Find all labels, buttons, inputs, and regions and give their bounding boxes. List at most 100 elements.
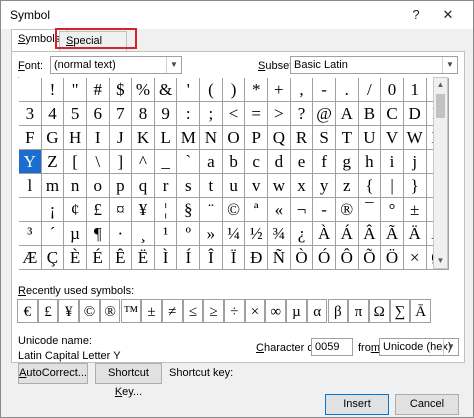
symbol-cell[interactable]: ® bbox=[335, 198, 359, 222]
symbol-cell[interactable]: ? bbox=[290, 102, 314, 126]
symbol-cell[interactable]: Â bbox=[358, 222, 382, 246]
symbol-cell[interactable]: ( bbox=[200, 78, 223, 102]
symbol-cell[interactable]: c bbox=[245, 150, 269, 174]
symbol-cell[interactable]: ¼ bbox=[222, 222, 246, 246]
symbol-cell[interactable]: ¯ bbox=[358, 198, 382, 222]
cancel-button[interactable]: Cancel bbox=[395, 394, 459, 415]
symbol-cell[interactable]: " bbox=[64, 78, 87, 102]
symbol-cell[interactable]: Æ bbox=[19, 246, 42, 270]
symbol-cell[interactable]: © bbox=[222, 198, 246, 222]
symbol-cell[interactable]: J bbox=[109, 126, 133, 150]
symbol-cell[interactable]: ¡ bbox=[41, 198, 65, 222]
symbol-cell[interactable]: v bbox=[245, 174, 269, 198]
symbol-cell[interactable]: & bbox=[154, 78, 178, 102]
symbol-cell[interactable]: t bbox=[200, 174, 223, 198]
symbol-cell[interactable]: Õ bbox=[358, 246, 382, 270]
character-code-input[interactable]: 0059 bbox=[311, 338, 353, 356]
symbol-cell[interactable]: W bbox=[403, 126, 427, 150]
scroll-up-icon[interactable]: ▲ bbox=[434, 78, 447, 92]
symbol-cell[interactable]: À bbox=[313, 222, 336, 246]
symbol-cell[interactable]: @ bbox=[313, 102, 336, 126]
recent-symbol-cell[interactable]: ≤ bbox=[182, 299, 204, 323]
symbol-cell[interactable]: ` bbox=[177, 150, 201, 174]
symbol-cell[interactable]: È bbox=[64, 246, 87, 270]
symbol-cell[interactable]: - bbox=[313, 198, 336, 222]
symbol-cell[interactable]: l bbox=[19, 174, 42, 198]
symbol-cell[interactable]: I bbox=[86, 126, 110, 150]
symbol-cell[interactable]: ¸ bbox=[132, 222, 155, 246]
symbol-cell[interactable]: = bbox=[245, 102, 269, 126]
symbol-cell[interactable]: » bbox=[200, 222, 223, 246]
symbol-cell[interactable]: 8 bbox=[132, 102, 155, 126]
symbol-cell[interactable]: B bbox=[358, 102, 382, 126]
symbol-cell[interactable]: D bbox=[403, 102, 427, 126]
symbol-cell[interactable]: 3 bbox=[19, 102, 42, 126]
symbol-cell[interactable]: 0 bbox=[381, 78, 404, 102]
symbol-cell[interactable]: § bbox=[177, 198, 201, 222]
symbol-cell[interactable]: Ï bbox=[222, 246, 246, 270]
symbol-cell[interactable]: \ bbox=[86, 150, 110, 174]
symbol-cell[interactable]: * bbox=[245, 78, 269, 102]
symbol-cell[interactable]: Y bbox=[19, 150, 42, 174]
symbol-cell[interactable]: P bbox=[245, 126, 269, 150]
font-dropdown[interactable]: (normal text) ▼ bbox=[50, 56, 182, 74]
symbol-cell[interactable]: ¬ bbox=[290, 198, 314, 222]
symbol-cell[interactable]: 7 bbox=[109, 102, 133, 126]
recent-symbol-cell[interactable]: α bbox=[306, 299, 328, 323]
symbol-cell[interactable]: Ñ bbox=[268, 246, 291, 270]
symbol-cell[interactable]: [ bbox=[64, 150, 87, 174]
recent-symbol-cell[interactable]: Ā bbox=[410, 299, 431, 323]
symbol-cell[interactable]: p bbox=[109, 174, 133, 198]
recent-symbol-cell[interactable]: Ω bbox=[368, 299, 390, 323]
symbol-cell[interactable]: « bbox=[268, 198, 291, 222]
symbol-cell[interactable]: £ bbox=[86, 198, 110, 222]
symbol-cell[interactable]: F bbox=[19, 126, 42, 150]
recent-symbol-cell[interactable]: ± bbox=[141, 299, 162, 323]
scroll-down-icon[interactable]: ▼ bbox=[434, 254, 447, 268]
symbol-cell[interactable] bbox=[19, 198, 42, 222]
symbol-cell[interactable]: V bbox=[381, 126, 404, 150]
symbol-cell[interactable]: O bbox=[222, 126, 246, 150]
symbol-cell[interactable]: > bbox=[268, 102, 291, 126]
symbol-cell[interactable]: ! bbox=[41, 78, 65, 102]
symbol-cell[interactable]: · bbox=[109, 222, 133, 246]
symbol-cell[interactable]: ¥ bbox=[132, 198, 155, 222]
help-button[interactable]: ? bbox=[403, 5, 429, 25]
recent-symbol-cell[interactable]: β bbox=[327, 299, 349, 323]
symbol-cell[interactable]: _ bbox=[154, 150, 178, 174]
symbol-cell[interactable]: ¶ bbox=[86, 222, 110, 246]
symbol-cell[interactable]: Ì bbox=[154, 246, 178, 270]
symbol-cell[interactable]: S bbox=[313, 126, 336, 150]
symbol-cell[interactable]: # bbox=[86, 78, 110, 102]
symbol-cell[interactable]: , bbox=[290, 78, 314, 102]
symbol-cell[interactable]: ; bbox=[200, 102, 223, 126]
symbol-cell[interactable]: ] bbox=[109, 150, 133, 174]
symbol-cell[interactable]: L bbox=[154, 126, 178, 150]
symbol-cell[interactable]: s bbox=[177, 174, 201, 198]
symbol-cell[interactable]: ¨ bbox=[200, 198, 223, 222]
symbol-cell[interactable]: r bbox=[154, 174, 178, 198]
recent-symbol-cell[interactable]: £ bbox=[37, 299, 59, 323]
scroll-thumb[interactable] bbox=[436, 94, 445, 118]
symbol-cell[interactable]: < bbox=[222, 102, 246, 126]
symbol-cell[interactable]: ) bbox=[222, 78, 246, 102]
symbol-cell[interactable]: Z bbox=[41, 150, 65, 174]
symbol-cell[interactable]: d bbox=[268, 150, 291, 174]
symbol-cell[interactable]: x bbox=[290, 174, 314, 198]
symbol-cell[interactable]: Ó bbox=[313, 246, 336, 270]
symbol-cell[interactable]: ª bbox=[245, 198, 269, 222]
symbol-cell[interactable]: Ô bbox=[335, 246, 359, 270]
symbol-cell[interactable]: y bbox=[313, 174, 336, 198]
symbol-cell[interactable]: h bbox=[358, 150, 382, 174]
recent-symbol-cell[interactable]: π bbox=[348, 299, 369, 323]
insert-button[interactable]: Insert bbox=[325, 394, 389, 415]
symbol-cell[interactable]: a bbox=[200, 150, 223, 174]
symbol-cell[interactable]: { bbox=[358, 174, 382, 198]
symbol-cell[interactable]: m bbox=[41, 174, 65, 198]
close-button[interactable]: ✕ bbox=[435, 5, 461, 25]
symbol-cell[interactable]: N bbox=[200, 126, 223, 150]
symbol-cell[interactable]: ´ bbox=[41, 222, 65, 246]
symbol-cell[interactable]: % bbox=[132, 78, 155, 102]
symbol-cell[interactable]: ^ bbox=[132, 150, 155, 174]
symbol-cell[interactable]: ± bbox=[403, 198, 427, 222]
